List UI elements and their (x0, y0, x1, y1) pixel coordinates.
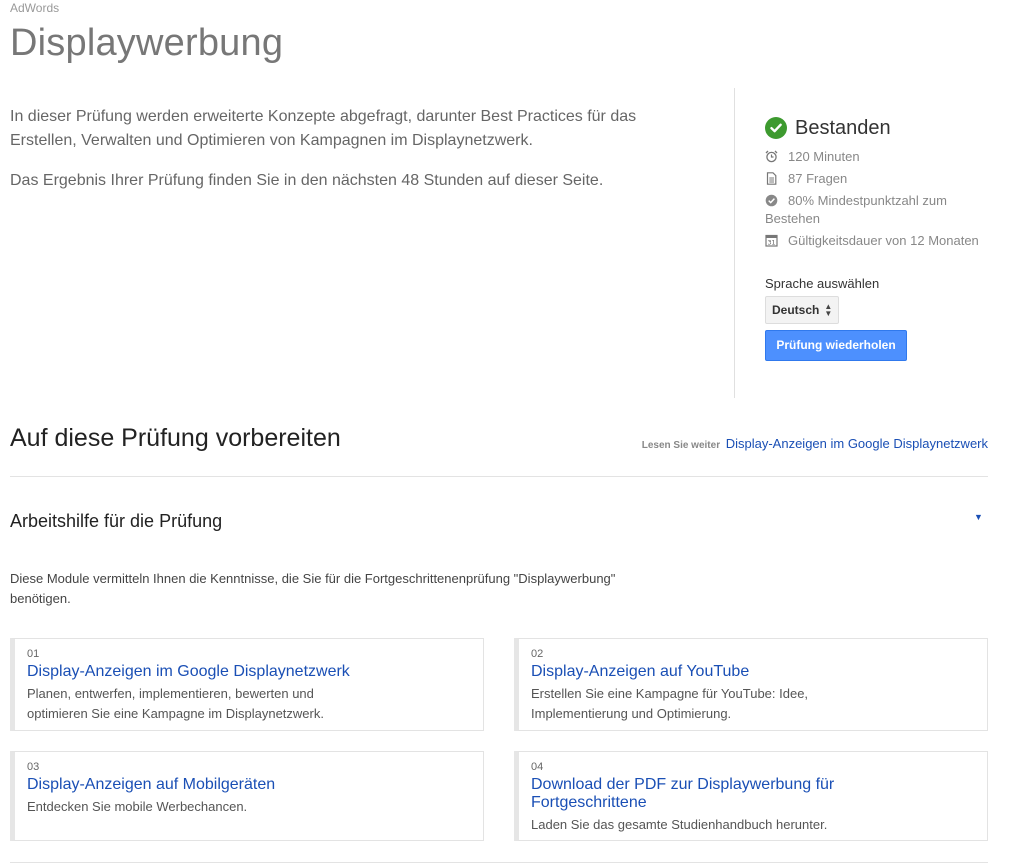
collapse-toggle-icon[interactable]: ▼ (974, 512, 983, 522)
module-title-link[interactable]: Display-Anzeigen im Google Displaynetzwe… (27, 663, 483, 681)
section-divider (10, 476, 988, 477)
study-guide-title[interactable]: Arbeitshilfe für die Prüfung (10, 511, 222, 532)
document-icon (766, 172, 777, 185)
module-number: 02 (531, 648, 544, 660)
modules-description: Diese Module vermitteln Ihnen die Kenntn… (10, 571, 616, 606)
retake-exam-button[interactable]: Prüfung wiederholen (765, 330, 907, 361)
read-more-link[interactable]: Display-Anzeigen im Google Displaynetzwe… (726, 436, 988, 451)
module-number: 01 (27, 648, 40, 660)
module-title-link[interactable]: Download der PDF zur Displaywerbung für … (531, 776, 871, 812)
calendar-icon: 31 (765, 234, 778, 247)
check-badge-icon (765, 194, 778, 207)
module-card[interactable]: 01 Display-Anzeigen im Google Displaynet… (10, 638, 484, 731)
language-select[interactable]: Deutsch ▲ ▼ (765, 296, 840, 324)
section-divider (10, 862, 988, 863)
fact-text: 120 Minuten (788, 149, 860, 164)
language-label: Sprache auswählen (765, 276, 880, 291)
svg-text:31: 31 (768, 240, 776, 247)
fact-questions: 87 Fragen (765, 170, 990, 188)
sidebar-divider (734, 88, 735, 398)
exam-facts: 120 Minuten 87 Fragen 80% Mindestpunktza… (765, 148, 990, 250)
page-title: Displaywerbung (10, 22, 284, 64)
module-description: Laden Sie das gesamte Studienhandbuch he… (531, 817, 828, 832)
exam-intro: In dieser Prüfung werden erweiterte Konz… (10, 105, 660, 209)
fact-text: Gültigkeitsdauer von 12 Monaten (788, 233, 979, 248)
fact-passing-score: 80% Mindestpunktzahl zum Bestehen (765, 192, 990, 228)
module-number: 03 (27, 761, 40, 773)
select-arrows-icon: ▲ ▼ (824, 302, 833, 318)
status-label: Bestanden (795, 116, 891, 139)
fact-validity: 31 Gültigkeitsdauer von 12 Monaten (765, 232, 990, 250)
intro-paragraph: In dieser Prüfung werden erweiterte Konz… (10, 108, 637, 149)
alarm-clock-icon (765, 150, 778, 163)
module-description: Planen, entwerfen, implementieren, bewer… (27, 686, 324, 721)
module-card[interactable]: 02 Display-Anzeigen auf YouTube Erstelle… (514, 638, 988, 731)
check-circle-icon (765, 117, 787, 139)
fact-text: 87 Fragen (788, 171, 848, 186)
exam-status: Bestanden (765, 114, 990, 142)
exam-sidebar: Bestanden 120 Minuten 87 Fragen 80% Mind… (765, 114, 990, 361)
fact-duration: 120 Minuten (765, 148, 990, 166)
fact-text: 80% Mindestpunktzahl zum Bestehen (765, 193, 947, 226)
breadcrumb[interactable]: AdWords (10, 1, 59, 15)
read-more: Lesen Sie weiter Display-Anzeigen im Goo… (642, 436, 988, 451)
module-card[interactable]: 04 Download der PDF zur Displaywerbung f… (514, 751, 988, 841)
language-select-value: Deutsch (772, 303, 820, 317)
read-more-label: Lesen Sie weiter (641, 440, 721, 451)
module-number: 04 (531, 761, 544, 773)
module-title-link[interactable]: Display-Anzeigen auf YouTube (531, 663, 987, 681)
prepare-section-title: Auf diese Prüfung vorbereiten (10, 424, 341, 452)
intro-paragraph: Das Ergebnis Ihrer Prüfung finden Sie in… (10, 172, 604, 189)
module-card[interactable]: 03 Display-Anzeigen auf Mobilgeräten Ent… (10, 751, 484, 841)
module-title-link[interactable]: Display-Anzeigen auf Mobilgeräten (27, 776, 483, 794)
module-description: Entdecken Sie mobile Werbechancen. (27, 799, 248, 814)
module-description: Erstellen Sie eine Kampagne für YouTube:… (531, 686, 809, 721)
